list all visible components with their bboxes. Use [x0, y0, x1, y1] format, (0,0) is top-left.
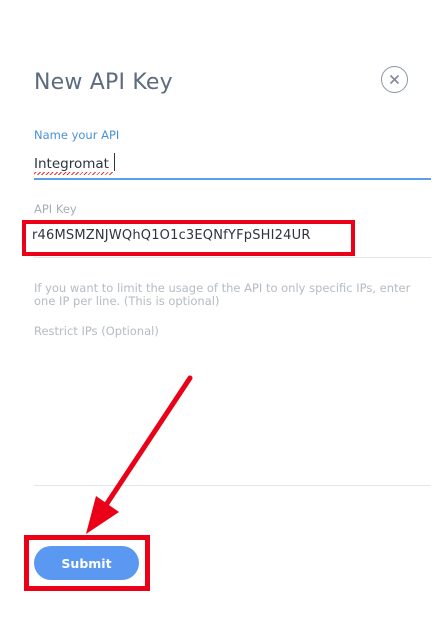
name-field-label: Name your API [34, 128, 120, 142]
dialog-title: New API Key [34, 70, 173, 95]
api-key-label: API Key [34, 202, 77, 216]
api-key-underline [34, 257, 431, 258]
new-api-key-dialog: New API Key Name your API API Key r46MSM… [0, 0, 445, 627]
text-caret [114, 153, 115, 171]
close-icon [389, 74, 400, 85]
api-key-value[interactable]: r46MSMZNJWQhQ1O1c3EQNfYFpSHI24UR [32, 228, 311, 243]
api-name-input[interactable] [34, 150, 431, 180]
spellcheck-underline [34, 172, 114, 175]
restrict-ips-label: Restrict IPs (Optional) [34, 324, 159, 338]
submit-button[interactable]: Submit [34, 546, 139, 580]
close-button[interactable] [381, 66, 408, 93]
restrict-ips-textarea[interactable] [34, 340, 431, 486]
restrict-ips-hint: If you want to limit the usage of the AP… [34, 281, 411, 308]
